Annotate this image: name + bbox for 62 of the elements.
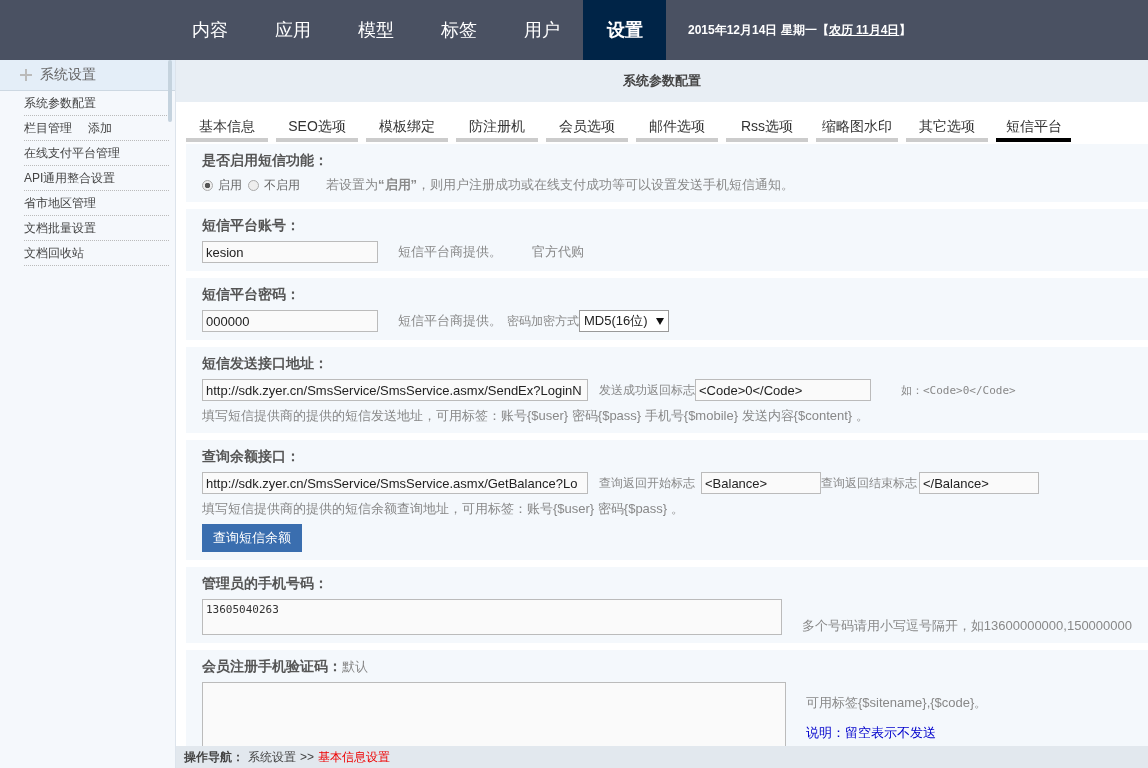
sidebar-link[interactable]: 文档回收站 [24, 244, 84, 262]
sidebar-title: 系统设置 [40, 66, 96, 84]
breadcrumb-current: 基本信息设置 [318, 748, 390, 766]
breadcrumb-link[interactable]: 系统设置 [248, 748, 296, 766]
sidebar-link[interactable]: API通用整合设置 [24, 169, 116, 187]
sidebar-header[interactable]: 系统设置 [0, 60, 175, 91]
caret-icon [655, 317, 664, 325]
field-label: 查询余额接口： [202, 448, 301, 466]
field-label: 管理员的手机号码： [202, 575, 329, 593]
plus-icon [20, 69, 32, 81]
nav-tab[interactable]: 模型 [334, 0, 417, 60]
default-text: 默认 [342, 658, 368, 676]
nav-tab[interactable]: 应用 [251, 0, 334, 60]
nav-tab[interactable]: 设置 [583, 0, 666, 60]
help-text: 填写短信提供商的提供的短信发送地址，可用标签：账号{$user} 密码{$pass} 手机号{$mobile} 发送内容{$content} 。 [202, 407, 870, 425]
field-label: 短信平台账号： [202, 217, 301, 235]
select-label: 密码加密方式 [507, 312, 579, 330]
field-label: 是否启用短信功能： [202, 152, 329, 170]
flag-field[interactable]: <Code>0</Code> [695, 379, 871, 401]
sidebar-link[interactable]: 系统参数配置 [24, 94, 96, 112]
nav-tab[interactable]: 内容 [168, 0, 251, 60]
hint-text: 短信平台商提供。 [398, 312, 502, 330]
nav-tab[interactable]: 标签 [417, 0, 500, 60]
field-label: 会员注册手机验证码： [202, 658, 342, 676]
field-label: 查询返回开始标志 [599, 474, 695, 492]
account-field[interactable]: kesion [202, 241, 378, 263]
purchase-link[interactable]: 官方代购 [532, 243, 584, 261]
field-label: 短信平台密码： [202, 286, 301, 304]
url-field[interactable]: http://sdk.zyer.cn/SmsService/SmsService.asmx/SendEx?LoginN [202, 379, 588, 401]
breadcrumb-label: 操作导航： [184, 748, 244, 766]
breadcrumb-separator: >> [300, 750, 314, 764]
query-balance-button[interactable]: 查询短信余额 [202, 524, 302, 552]
page-title: 系统参数配置 [623, 72, 701, 90]
sidebar-link[interactable]: 文档批量设置 [24, 219, 96, 237]
hint-text: 若设置为“启用”，则用户注册成功或在线支付成功等可以设置发送手机短信通知。 [326, 176, 794, 194]
nav-tab[interactable]: 用户 [500, 0, 583, 60]
hint-text: 短信平台商提供。 [398, 243, 502, 261]
field-label: 发送成功返回标志 [599, 381, 695, 399]
radio-label: 不启用 [264, 176, 300, 194]
hint-text: 可用标签{$sitename},{$code}。 [806, 694, 988, 712]
example-text: 如：<Code>0</Code> [901, 382, 1016, 398]
radio-button[interactable] [202, 179, 213, 191]
sidebar-link[interactable]: 省市地区管理 [24, 194, 96, 212]
end-flag-field[interactable]: </Balance> [919, 472, 1039, 494]
date-text: 2015年12月14日 星期一【农历 11月4日】 [688, 21, 912, 39]
scrollbar-thumb[interactable] [168, 60, 172, 122]
hint-text: 多个号码请用小写逗号隔开，如13600000000,150000000 [801, 617, 1132, 635]
field-label: 短信发送接口地址： [202, 355, 329, 373]
sidebar-link[interactable]: 栏目管理 [24, 119, 72, 137]
password-field[interactable]: 000000 [202, 310, 378, 332]
lunar-date-link[interactable]: 农历 11月4日 [828, 22, 900, 37]
radio-button[interactable] [248, 179, 259, 191]
encryption-select[interactable]: MD5(16位) [579, 310, 669, 332]
start-flag-field[interactable]: <Balance> [701, 472, 821, 494]
add-link[interactable]: 添加 [88, 119, 112, 137]
radio-label: 启用 [218, 176, 242, 194]
url-field[interactable]: http://sdk.zyer.cn/SmsService/SmsService.asmx/GetBalance?Lo [202, 472, 588, 494]
help-text: 填写短信提供商的提供的短信余额查询地址，可用标签：账号{$user} 密码{$pass} 。 [202, 500, 685, 518]
phone-textarea[interactable]: 13605040263 [202, 599, 782, 635]
note-text: 说明：留空表示不发送 [806, 724, 937, 742]
field-label: 查询返回结束标志 [821, 474, 917, 492]
sidebar-link[interactable]: 在线支付平台管理 [24, 144, 120, 162]
